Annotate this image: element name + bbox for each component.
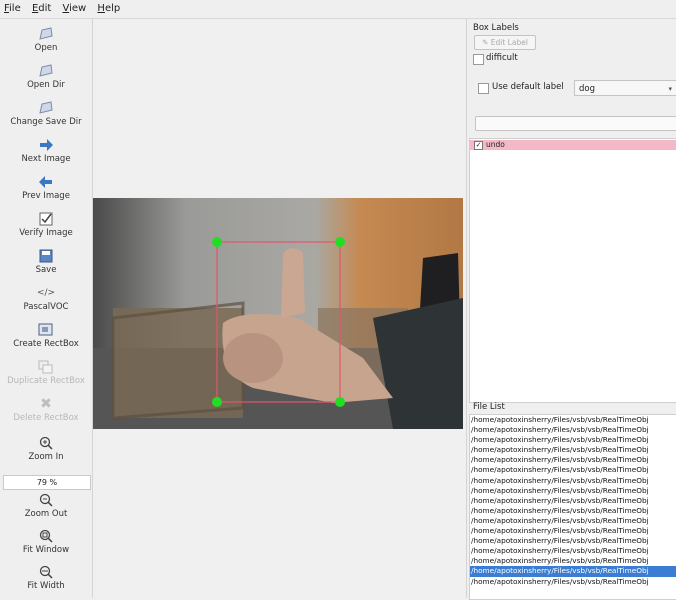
bbox-handle-bottom-right[interactable]	[335, 397, 345, 407]
zoom-value-field[interactable]: 79 %	[3, 475, 91, 490]
label-search-input[interactable]	[475, 116, 676, 131]
edit-label-icon: ✎	[482, 38, 489, 47]
next-image-button[interactable]: Next Image	[0, 136, 92, 172]
file-list-item[interactable]: /home/apotoxinsherry/Files/vsb/vsb/RealT…	[470, 486, 676, 496]
file-list-item[interactable]: /home/apotoxinsherry/Files/vsb/vsb/RealT…	[470, 516, 676, 526]
prev-image-button[interactable]: Prev Image	[0, 173, 92, 209]
chevron-down-icon: ▾	[668, 85, 672, 93]
verify-icon	[0, 210, 92, 228]
next-arrow-icon	[0, 136, 92, 154]
zoom-in-button[interactable]: Zoom In	[0, 434, 92, 470]
fit-window-button[interactable]: Fit Window	[0, 527, 92, 563]
menu-help[interactable]: Help	[93, 0, 124, 18]
zoom-out-button[interactable]: Zoom Out	[0, 491, 92, 527]
image-canvas[interactable]	[93, 19, 465, 598]
bounding-box-overlay[interactable]	[93, 198, 463, 429]
save-button[interactable]: Save	[0, 247, 92, 283]
label-list[interactable]: ✓ undo	[469, 138, 676, 403]
use-default-label-text: Use default label	[492, 82, 564, 92]
file-list-item[interactable]: /home/apotoxinsherry/Files/vsb/vsb/RealT…	[470, 445, 676, 455]
box-labels-title: Box Labels	[473, 23, 519, 33]
duplicate-rectbox-button[interactable]: Duplicate RectBox	[0, 358, 92, 394]
label-checkbox[interactable]: ✓	[474, 141, 483, 150]
change-save-dir-button[interactable]: Change Save Dir	[0, 99, 92, 135]
menu-bar: File Edit View Help	[0, 0, 676, 19]
fit-width-button[interactable]: Fit Width	[0, 563, 92, 599]
verify-image-button[interactable]: Verify Image	[0, 210, 92, 246]
duplicate-icon	[0, 358, 92, 376]
file-list-item[interactable]: /home/apotoxinsherry/Files/vsb/vsb/RealT…	[470, 465, 676, 475]
bbox-handle-bottom-left[interactable]	[212, 397, 222, 407]
fit-width-icon	[0, 563, 92, 581]
file-list-item[interactable]: /home/apotoxinsherry/Files/vsb/vsb/RealT…	[470, 415, 676, 425]
pascalvoc-format-button[interactable]: </> PascalVOC	[0, 284, 92, 320]
toolbar: Open Open Dir Change Save Dir Next Image…	[0, 19, 93, 598]
default-label-combo[interactable]: dog ▾	[574, 80, 676, 96]
file-list-item[interactable]: /home/apotoxinsherry/Files/vsb/vsb/RealT…	[470, 526, 676, 536]
menu-edit[interactable]: Edit	[28, 0, 55, 18]
file-list-item[interactable]: /home/apotoxinsherry/Files/vsb/vsb/RealT…	[470, 496, 676, 506]
menu-file[interactable]: File	[0, 0, 25, 18]
menu-view[interactable]: View	[59, 0, 91, 18]
fit-window-icon	[0, 527, 92, 545]
file-list-item[interactable]: /home/apotoxinsherry/Files/vsb/vsb/RealT…	[470, 577, 676, 587]
open-button[interactable]: Open	[0, 25, 92, 61]
save-icon	[0, 247, 92, 265]
bbox-handle-top-right[interactable]	[335, 237, 345, 247]
label-list-item[interactable]: ✓ undo	[470, 140, 676, 150]
file-list[interactable]: /home/apotoxinsherry/Files/vsb/vsb/RealT…	[469, 414, 676, 600]
file-list-item[interactable]: /home/apotoxinsherry/Files/vsb/vsb/RealT…	[470, 556, 676, 566]
zoom-in-icon	[0, 434, 92, 452]
format-code-icon: </>	[36, 288, 56, 298]
bbox-handle-top-left[interactable]	[212, 237, 222, 247]
right-dock: Box Labels ✎ Edit Label difficult Use de…	[466, 19, 676, 600]
open-file-icon	[0, 25, 92, 43]
create-rect-icon	[0, 321, 92, 339]
file-list-item-selected[interactable]: /home/apotoxinsherry/Files/vsb/vsb/RealT…	[470, 566, 676, 577]
loaded-image	[93, 198, 463, 429]
file-list-item[interactable]: /home/apotoxinsherry/Files/vsb/vsb/RealT…	[470, 435, 676, 445]
file-list-item[interactable]: /home/apotoxinsherry/Files/vsb/vsb/RealT…	[470, 536, 676, 546]
difficult-checkbox[interactable]	[473, 54, 484, 65]
file-list-item[interactable]: /home/apotoxinsherry/Files/vsb/vsb/RealT…	[470, 506, 676, 516]
create-rectbox-button[interactable]: Create RectBox	[0, 321, 92, 357]
difficult-label: difficult	[486, 53, 518, 63]
change-save-dir-icon	[0, 99, 92, 117]
file-list-title: File List	[473, 402, 505, 412]
edit-label-button[interactable]: ✎ Edit Label	[474, 35, 536, 50]
file-list-item[interactable]: /home/apotoxinsherry/Files/vsb/vsb/RealT…	[470, 476, 676, 486]
open-dir-button[interactable]: Open Dir	[0, 62, 92, 98]
zoom-out-icon	[0, 491, 92, 509]
delete-icon: ✖	[40, 396, 52, 412]
open-dir-icon	[0, 62, 92, 80]
file-list-item[interactable]: /home/apotoxinsherry/Files/vsb/vsb/RealT…	[470, 425, 676, 435]
file-list-item[interactable]: /home/apotoxinsherry/Files/vsb/vsb/RealT…	[470, 455, 676, 465]
delete-rectbox-button[interactable]: ✖ Delete RectBox	[0, 395, 92, 431]
prev-arrow-icon	[0, 173, 92, 191]
use-default-label-checkbox[interactable]	[478, 83, 489, 94]
file-list-item[interactable]: /home/apotoxinsherry/Files/vsb/vsb/RealT…	[470, 546, 676, 556]
